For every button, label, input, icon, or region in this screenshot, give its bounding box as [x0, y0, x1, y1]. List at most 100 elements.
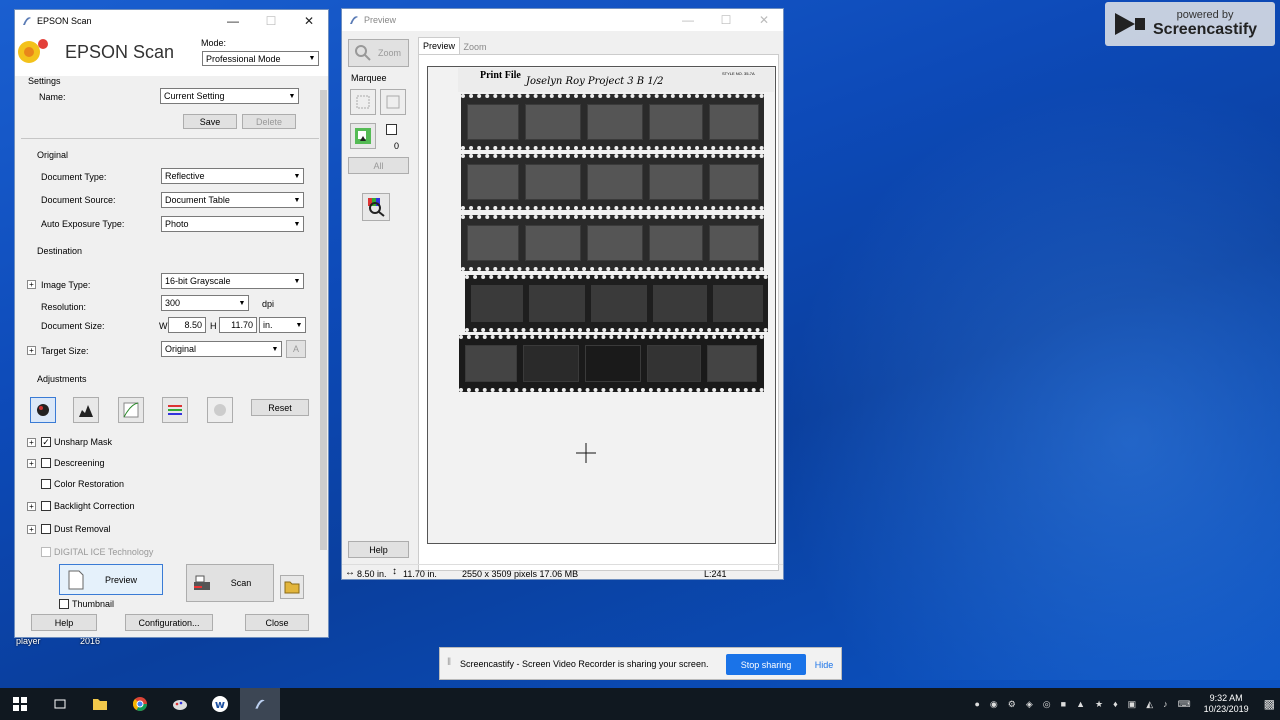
- close-window-button[interactable]: ✕: [290, 10, 328, 32]
- setting-name-select[interactable]: Current Setting ▼: [160, 88, 299, 104]
- close-button[interactable]: Close: [245, 614, 309, 631]
- network-icon[interactable]: ◭: [1146, 699, 1153, 710]
- folder-icon: [284, 581, 300, 594]
- file-save-settings-button[interactable]: [280, 575, 304, 599]
- scrollbar-thumb[interactable]: [320, 90, 327, 550]
- size-unit-select[interactable]: in. ▼: [259, 317, 306, 333]
- tray-app-icon[interactable]: ⚙: [1008, 699, 1016, 710]
- film-strip: [461, 215, 764, 271]
- close-window-button[interactable]: ✕: [745, 9, 783, 31]
- preview-help-button[interactable]: Help: [348, 541, 409, 558]
- chevron-down-icon: ▼: [308, 55, 316, 62]
- tab-zoom[interactable]: Zoom: [460, 39, 490, 54]
- auto-exposure-button[interactable]: [30, 397, 56, 423]
- expand-target-size-icon[interactable]: +: [27, 346, 36, 355]
- settings-scrollbar[interactable]: [319, 76, 328, 556]
- tray-app-icon[interactable]: ♦: [1113, 699, 1118, 709]
- tray-app-icon[interactable]: ★: [1095, 699, 1103, 710]
- preview-button[interactable]: Preview: [59, 564, 163, 595]
- configuration-button[interactable]: Configuration...: [125, 614, 213, 631]
- backlight-correction-checkbox[interactable]: [41, 501, 51, 511]
- status-height: 11.70 in.: [403, 569, 437, 579]
- save-setting-button[interactable]: Save: [183, 114, 237, 129]
- width-input[interactable]: 8.50: [168, 317, 206, 333]
- task-view-button[interactable]: [40, 688, 80, 720]
- taskbar: w ● ◉ ⚙ ◈ ◎ ■ ▲ ★ ♦ ▣ ◭ ♪ ⌨ 9:32 AM 10/2…: [0, 688, 1280, 720]
- taskbar-word-app[interactable]: w: [200, 688, 240, 720]
- mode-select[interactable]: Professional Mode ▼: [202, 51, 319, 66]
- auto-locate-button[interactable]: [350, 123, 376, 149]
- epson-logo-text: EPSON Scan: [65, 42, 175, 62]
- target-size-select[interactable]: Original ▼: [161, 341, 282, 357]
- document-icon: [68, 570, 84, 590]
- expand-backlight-icon[interactable]: +: [27, 502, 36, 511]
- histogram-button[interactable]: [73, 397, 99, 423]
- scan-button[interactable]: Scan: [186, 564, 274, 602]
- start-button[interactable]: [0, 688, 40, 720]
- taskbar-chrome[interactable]: [120, 688, 160, 720]
- minimize-button[interactable]: —: [214, 10, 252, 32]
- tray-app-icon[interactable]: ■: [1061, 699, 1066, 709]
- text-orientation-icon: A: [292, 344, 299, 354]
- height-input[interactable]: 11.70: [219, 317, 257, 333]
- dust-removal-checkbox[interactable]: [41, 524, 51, 534]
- image-adjustment-button[interactable]: [162, 397, 188, 423]
- palette-icon: [173, 700, 187, 710]
- expand-image-type-icon[interactable]: +: [27, 280, 36, 289]
- resolution-unit: dpi: [262, 299, 275, 309]
- minimize-button[interactable]: —: [669, 9, 707, 31]
- help-button[interactable]: Help: [31, 614, 97, 631]
- delete-marquee-button: [380, 89, 406, 115]
- divider: [21, 138, 321, 139]
- descreening-checkbox[interactable]: [41, 458, 51, 468]
- hide-share-bar-button[interactable]: Hide: [810, 654, 838, 675]
- tray-app-icon[interactable]: ◎: [1043, 699, 1051, 710]
- clock-date: 10/23/2019: [1203, 704, 1249, 714]
- epson-titlebar[interactable]: EPSON Scan — ☐ ✕: [15, 10, 328, 32]
- image-adjust-preview-button[interactable]: [362, 193, 390, 221]
- chrome-tray-icon[interactable]: ◉: [990, 699, 998, 710]
- taskbar-paint[interactable]: [160, 688, 200, 720]
- notifications-icon[interactable]: ▩: [1264, 697, 1275, 711]
- document-type-label: Document Type:: [41, 172, 107, 182]
- volume-icon[interactable]: ♪: [1163, 699, 1168, 709]
- taskbar-epson-scan[interactable]: [240, 688, 280, 720]
- clock[interactable]: 9:32 AM 10/23/2019: [1204, 693, 1249, 715]
- tray-app-icon[interactable]: ▣: [1128, 699, 1137, 710]
- document-type-select[interactable]: Reflective ▼: [161, 168, 304, 184]
- rotate-icon-button: A: [286, 340, 306, 358]
- sleeve-header: Print File Joselyn Roy Project 3 B 1/2 S…: [458, 68, 774, 92]
- size-unit-value: in.: [263, 320, 273, 330]
- scanned-image[interactable]: Print File Joselyn Roy Project 3 B 1/2 S…: [427, 66, 776, 544]
- thumbnail-checkbox[interactable]: [59, 599, 69, 609]
- setting-name-value: Current Setting: [164, 91, 225, 101]
- chevron-down-icon: ▼: [293, 196, 301, 204]
- tab-preview[interactable]: Preview: [418, 37, 460, 54]
- expand-descreening-icon[interactable]: +: [27, 459, 36, 468]
- stop-sharing-button[interactable]: Stop sharing: [726, 654, 806, 675]
- preview-canvas[interactable]: Print File Joselyn Roy Project 3 B 1/2 S…: [418, 54, 779, 571]
- drag-handle-icon[interactable]: ‖: [447, 657, 451, 668]
- preview-titlebar[interactable]: Preview — ☐ ✕: [342, 9, 783, 31]
- stop-sharing-label: Stop sharing: [740, 659, 792, 670]
- tray-app-icon[interactable]: ▲: [1076, 699, 1085, 709]
- auto-exposure-select[interactable]: Photo ▼: [161, 216, 304, 232]
- print-file-brand: Print File: [480, 70, 521, 81]
- mic-icon[interactable]: ●: [974, 699, 979, 709]
- clock-time: 9:32 AM: [1209, 693, 1243, 703]
- tone-correction-button[interactable]: [118, 397, 144, 423]
- reset-button[interactable]: Reset: [251, 399, 309, 416]
- unsharp-mask-checkbox[interactable]: ✓: [41, 437, 51, 447]
- settings-scroll-area[interactable]: Settings Name: Current Setting ▼ Save De…: [15, 76, 328, 557]
- image-type-select[interactable]: 16-bit Grayscale ▼: [161, 273, 304, 289]
- taskbar-file-explorer[interactable]: [80, 688, 120, 720]
- document-source-select[interactable]: Document Table ▼: [161, 192, 304, 208]
- expand-unsharp-icon[interactable]: +: [27, 438, 36, 447]
- auto-exposure-icon: [37, 404, 49, 416]
- expand-dust-icon[interactable]: +: [27, 525, 36, 534]
- keyboard-icon[interactable]: ⌨: [1178, 699, 1191, 710]
- resolution-select[interactable]: 300 ▼: [161, 295, 249, 311]
- tray-app-icon[interactable]: ◈: [1026, 699, 1033, 710]
- color-restoration-checkbox[interactable]: [41, 479, 51, 489]
- epson-flower-logo-icon: [18, 39, 48, 63]
